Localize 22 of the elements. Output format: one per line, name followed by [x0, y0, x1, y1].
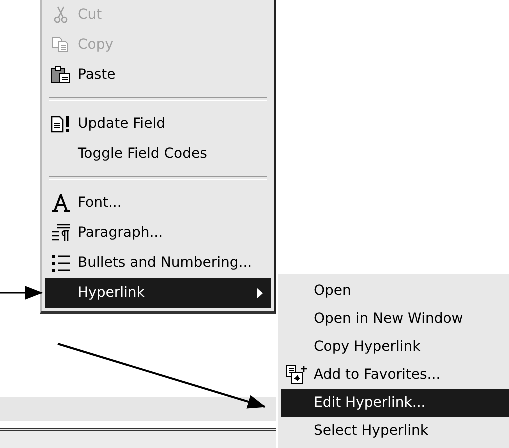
menu-item[interactable]: Paste — [45, 60, 271, 90]
menu-item[interactable]: Open — [281, 277, 509, 305]
menu-item[interactable]: Font... — [45, 188, 271, 218]
copy-icon — [52, 37, 70, 53]
menu-item[interactable]: Update Field — [45, 109, 271, 139]
menu-item[interactable]: Open in New Window — [281, 305, 509, 333]
menu-item[interactable]: Bullets and Numbering... — [45, 248, 271, 278]
paragraph-icon — [51, 224, 71, 242]
font-icon — [51, 194, 71, 212]
pointer-arrow — [0, 286, 43, 300]
menu-item[interactable]: Edit Hyperlink... — [281, 389, 509, 417]
menu-item[interactable]: Paragraph... — [45, 218, 271, 248]
favorites-icon — [286, 365, 308, 385]
menu-item[interactable]: Toggle Field Codes — [45, 139, 271, 169]
menu-item[interactable]: Select Hyperlink — [281, 417, 509, 445]
document-icon — [51, 115, 71, 133]
bulleted-list-icon — [51, 254, 71, 272]
clipboard-icon — [51, 66, 71, 84]
menu-item[interactable]: Copy Hyperlink — [281, 333, 509, 361]
menu-item[interactable]: Hyperlink — [45, 278, 271, 308]
menu-item[interactable]: Add to Favorites... — [281, 361, 509, 389]
scissors-icon — [54, 6, 68, 24]
